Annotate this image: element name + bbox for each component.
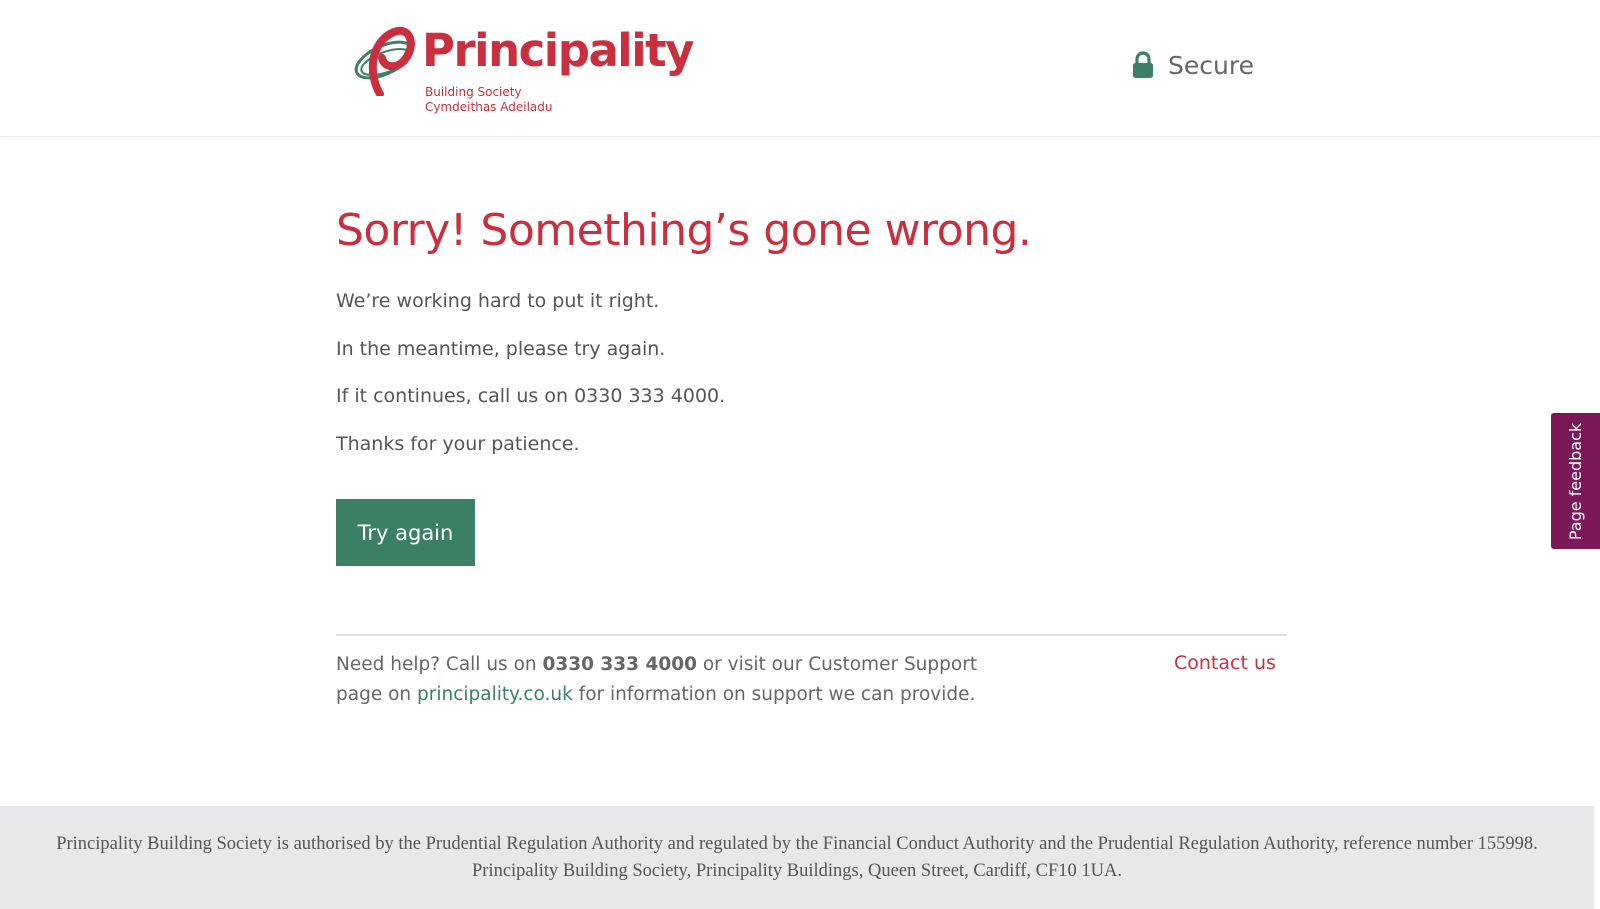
- message-line: We’re working hard to put it right.: [336, 290, 660, 312]
- secure-indicator: Secure: [1132, 48, 1254, 82]
- help-suffix: for information on support we can provid…: [572, 684, 976, 705]
- logo-subtitle-welsh: Cymdeithas Adeiladu: [425, 100, 553, 114]
- logo-subtitle-english: Building Society: [425, 85, 522, 99]
- help-phone-number: 0330 333 4000: [542, 654, 697, 675]
- site-header: Principality Building Society Cymdeithas…: [0, 0, 1600, 137]
- help-text: Need help? Call us on 0330 333 4000 or v…: [336, 650, 1016, 710]
- page-feedback-tab[interactable]: Page feedback: [1551, 413, 1600, 549]
- principality-logo[interactable]: Principality Building Society Cymdeithas…: [350, 22, 695, 117]
- error-content: Sorry! Something’s gone wrong. We’re wor…: [336, 205, 1286, 566]
- page-title: Sorry! Something’s gone wrong.: [336, 205, 1032, 256]
- regulatory-notice: Principality Building Society is authori…: [56, 833, 1538, 881]
- message-line: Thanks for your patience.: [336, 433, 580, 455]
- principality-link[interactable]: principality.co.uk: [417, 684, 573, 705]
- section-divider: [336, 634, 1287, 636]
- help-prefix: Need help? Call us on: [336, 654, 543, 675]
- legal-footer: Principality Building Society is authori…: [0, 806, 1594, 909]
- lock-icon: [1133, 51, 1153, 78]
- logo-name: Principality: [422, 24, 695, 77]
- secure-label: Secure: [1168, 50, 1254, 80]
- contact-us-link[interactable]: Contact us: [1174, 652, 1276, 674]
- page-feedback-label: Page feedback: [1566, 422, 1586, 540]
- message-line: If it continues, call us on 0330 333 400…: [336, 385, 726, 407]
- try-again-button[interactable]: Try again: [336, 499, 475, 566]
- logo-mark-icon: [354, 26, 415, 96]
- message-line: In the meantime, please try again.: [336, 338, 666, 360]
